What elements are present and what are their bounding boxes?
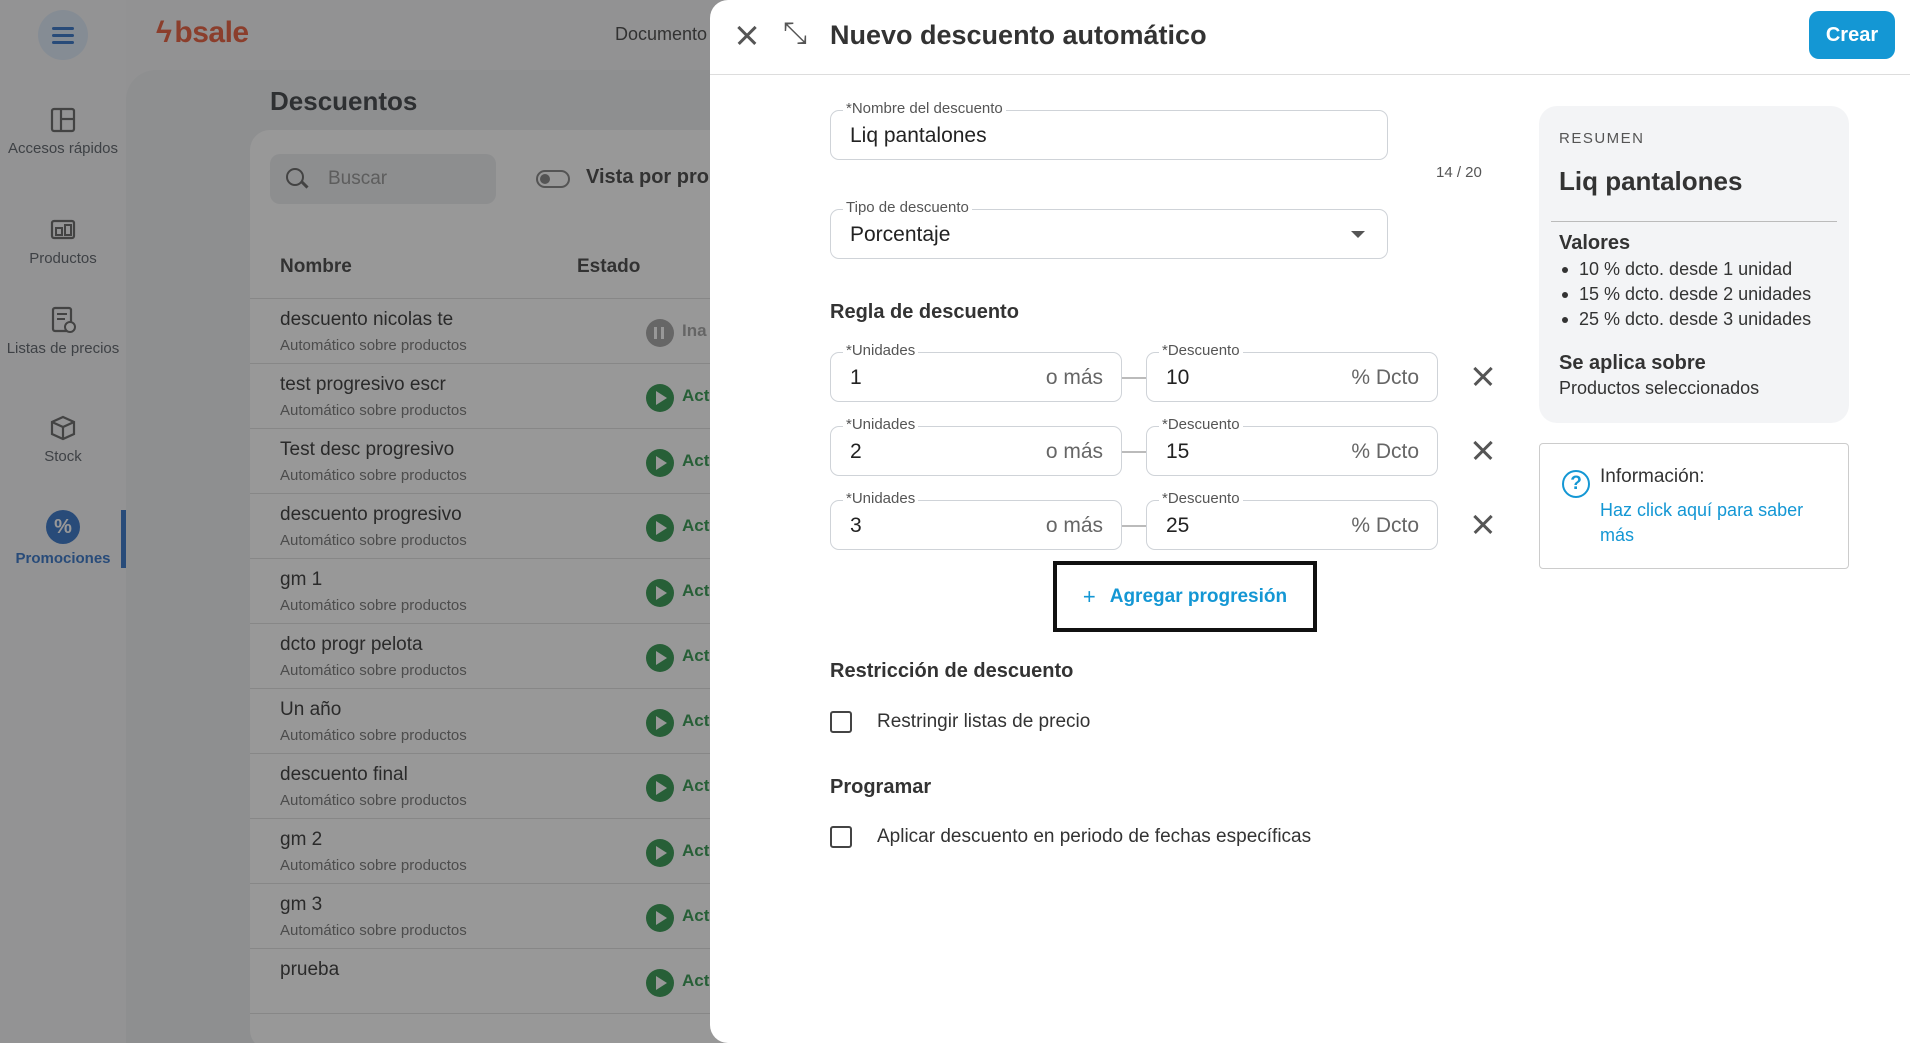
summary-values-list: 10 % dcto. desde 1 unidad 15 % dcto. des… [1559, 257, 1811, 332]
list-item: 10 % dcto. desde 1 unidad [1559, 257, 1811, 282]
discount-input-1[interactable]: *Descuento 10 % Dcto [1146, 342, 1438, 402]
rule-section-title: Regla de descuento [830, 301, 1019, 323]
remove-rule-icon[interactable] [1470, 437, 1496, 463]
units-input-2[interactable]: *Unidades 2 o más [830, 416, 1122, 476]
field-label: *Descuento [1159, 490, 1243, 507]
field-suffix: % Dcto [1351, 366, 1419, 389]
units-input-3[interactable]: *Unidades 3 o más [830, 490, 1122, 550]
connector-line [1122, 525, 1146, 527]
create-button[interactable]: Crear [1809, 11, 1895, 59]
list-item: 15 % dcto. desde 2 unidades [1559, 282, 1811, 307]
remove-rule-icon[interactable] [1470, 511, 1496, 537]
field-suffix: % Dcto [1351, 514, 1419, 537]
units-input-1[interactable]: *Unidades 1 o más [830, 342, 1122, 402]
discount-type-select[interactable]: Tipo de descuento Porcentaje [830, 199, 1388, 259]
discount-name-field[interactable]: *Nombre del descuento Liq pantalones [830, 100, 1388, 160]
info-box: ? Información: Haz click aquí para saber… [1539, 443, 1849, 569]
info-link[interactable]: Haz click aquí para saber más [1600, 498, 1825, 548]
field-suffix: o más [1045, 366, 1103, 389]
summary-applies-title: Se aplica sobre [1559, 352, 1706, 374]
info-title: Información: [1600, 466, 1705, 487]
plus-icon: + [1082, 583, 1096, 609]
field-label: *Unidades [843, 342, 919, 359]
field-value: 2 [850, 440, 862, 463]
field-label: *Descuento [1159, 416, 1243, 433]
divider [1551, 221, 1837, 222]
field-label: *Descuento [1159, 342, 1243, 359]
field-label: *Unidades [843, 490, 919, 507]
checkbox[interactable] [830, 711, 852, 733]
help-icon: ? [1562, 470, 1590, 498]
field-value: 10 [1166, 366, 1190, 389]
field-value: 15 [1166, 440, 1190, 463]
field-value: 1 [850, 366, 862, 389]
field-value: Liq pantalones [850, 124, 987, 147]
summary-applies-value: Productos seleccionados [1559, 378, 1760, 398]
field-label: *Nombre del descuento [843, 100, 1006, 117]
new-discount-drawer: ⤡ Nuevo descuento automático Crear *Nomb… [710, 0, 1910, 1043]
discount-input-2[interactable]: *Descuento 15 % Dcto [1146, 416, 1438, 476]
field-label: Tipo de descuento [843, 199, 972, 216]
add-progression-button[interactable]: + Agregar progresión [1053, 561, 1317, 632]
summary-values-title: Valores [1559, 232, 1631, 254]
expand-icon[interactable]: ⤡ [780, 19, 810, 50]
close-icon[interactable] [732, 20, 762, 50]
field-suffix: o más [1045, 514, 1103, 537]
chevron-down-icon [1351, 231, 1365, 238]
connector-line [1122, 377, 1146, 379]
add-progression-label: Agregar progresión [1109, 585, 1288, 607]
summary-panel: RESUMEN Liq pantalones Valores 10 % dcto… [1539, 106, 1849, 423]
field-label: *Unidades [843, 416, 919, 433]
schedule-section-title: Programar [830, 776, 932, 798]
schedule-dates-checkbox[interactable]: Aplicar descuento en periodo de fechas e… [830, 826, 1311, 848]
restriction-section-title: Restricción de descuento [830, 660, 1074, 682]
drawer-title: Nuevo descuento automático [830, 20, 1207, 50]
connector-line [1122, 451, 1146, 453]
field-value: 25 [1166, 514, 1190, 537]
restrict-price-lists-checkbox[interactable]: Restringir listas de precio [830, 711, 1090, 733]
summary-heading: RESUMEN [1559, 130, 1645, 147]
checkbox[interactable] [830, 826, 852, 848]
checkbox-label: Aplicar descuento en periodo de fechas e… [877, 826, 1312, 847]
field-suffix: % Dcto [1351, 440, 1419, 463]
remove-rule-icon[interactable] [1470, 363, 1496, 389]
checkbox-label: Restringir listas de precio [877, 711, 1091, 732]
field-suffix: o más [1045, 440, 1103, 463]
drawer-header: ⤡ Nuevo descuento automático Crear [710, 0, 1910, 75]
summary-name: Liq pantalones [1559, 166, 1743, 196]
discount-input-3[interactable]: *Descuento 25 % Dcto [1146, 490, 1438, 550]
list-item: 25 % dcto. desde 3 unidades [1559, 307, 1811, 332]
field-value: Porcentaje [850, 223, 951, 246]
field-value: 3 [850, 514, 862, 537]
char-counter: 14 / 20 [1436, 164, 1482, 181]
